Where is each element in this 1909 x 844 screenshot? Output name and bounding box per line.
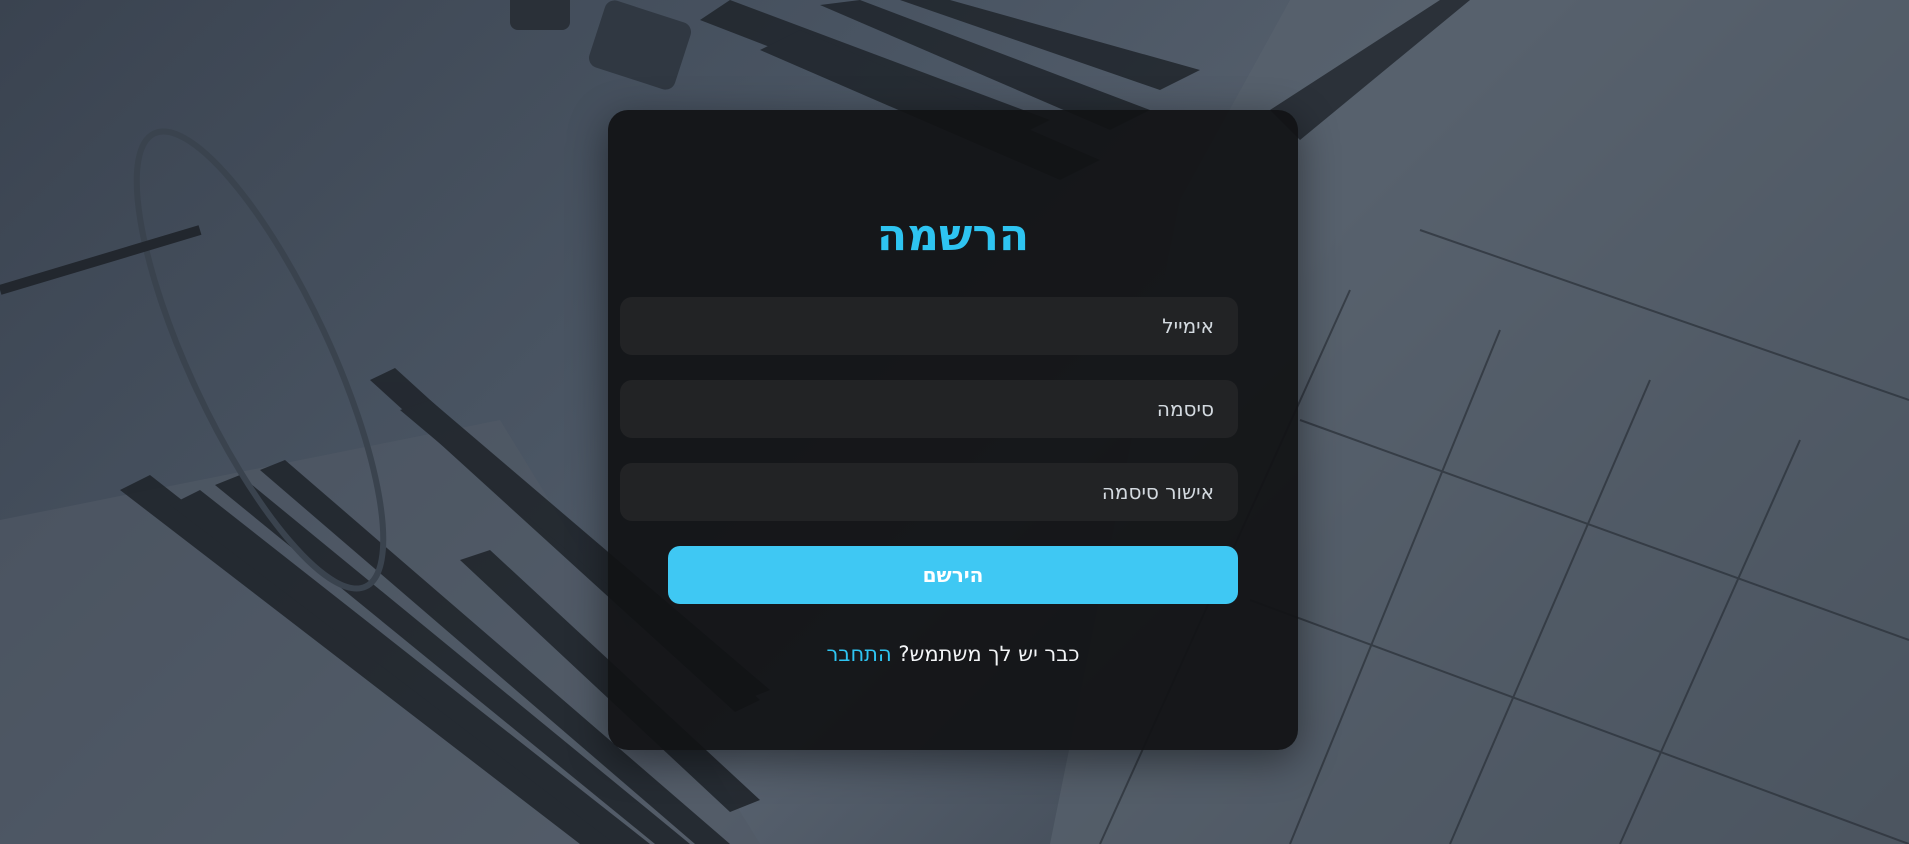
email-field[interactable] xyxy=(620,297,1238,355)
confirm-password-field[interactable] xyxy=(620,463,1238,521)
have-account-text: כבר יש לך משתמש? xyxy=(898,642,1080,666)
signup-card: הרשמה הירשם כבר יש לך משתמש? התחבר xyxy=(608,110,1298,750)
signup-button[interactable]: הירשם xyxy=(668,546,1238,604)
password-field[interactable] xyxy=(620,380,1238,438)
page-title: הרשמה xyxy=(876,210,1030,261)
login-link[interactable]: התחבר xyxy=(826,642,891,666)
login-prompt: כבר יש לך משתמש? התחבר xyxy=(608,642,1298,666)
